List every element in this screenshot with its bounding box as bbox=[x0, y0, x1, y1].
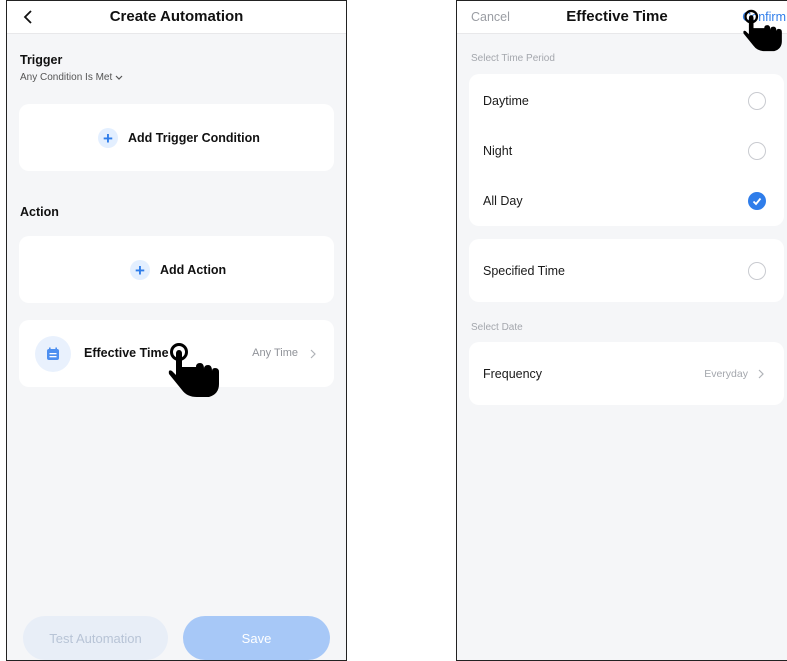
option-label: All Day bbox=[483, 194, 523, 208]
calendar-icon bbox=[35, 336, 71, 372]
radio-checked-icon bbox=[748, 192, 766, 210]
radio-unchecked-icon bbox=[748, 92, 766, 110]
add-action-card[interactable]: + Add Action bbox=[19, 236, 334, 303]
effective-time-value: Any Time bbox=[252, 347, 298, 359]
condition-selector[interactable]: Any Condition Is Met bbox=[20, 72, 123, 83]
option-specified-time[interactable]: Specified Time bbox=[469, 246, 784, 296]
save-button[interactable]: Save bbox=[183, 616, 330, 660]
tap-hand-icon bbox=[743, 9, 782, 52]
tap-hand-icon bbox=[168, 343, 219, 397]
chevron-down-icon bbox=[115, 75, 123, 80]
action-label: Action bbox=[20, 205, 59, 219]
option-label: Daytime bbox=[483, 94, 529, 108]
frequency-value: Everyday bbox=[704, 368, 748, 380]
add-action-button[interactable]: + Add Action bbox=[130, 260, 226, 280]
plus-icon: + bbox=[98, 128, 118, 148]
time-period-card: Daytime Night All Day bbox=[469, 74, 784, 226]
radio-unchecked-icon bbox=[748, 262, 766, 280]
frequency-row[interactable]: Frequency Everyday bbox=[469, 342, 784, 405]
plus-icon: + bbox=[130, 260, 150, 280]
page-title: Create Automation bbox=[109, 8, 244, 25]
option-daytime[interactable]: Daytime bbox=[469, 76, 784, 126]
select-date-label: Select Date bbox=[471, 322, 523, 333]
add-trigger-button[interactable]: + Add Trigger Condition bbox=[98, 128, 260, 148]
chevron-right-icon bbox=[310, 349, 316, 359]
radio-unchecked-icon bbox=[748, 142, 766, 160]
option-label: Specified Time bbox=[483, 264, 565, 278]
option-label: Night bbox=[483, 144, 513, 158]
chevron-right-icon bbox=[758, 369, 764, 379]
option-all-day[interactable]: All Day bbox=[469, 176, 784, 226]
add-trigger-card[interactable]: + Add Trigger Condition bbox=[19, 104, 334, 171]
test-automation-button[interactable]: Test Automation bbox=[23, 616, 168, 660]
specified-time-card: Specified Time bbox=[469, 239, 784, 302]
option-night[interactable]: Night bbox=[469, 126, 784, 176]
select-time-period-label: Select Time Period bbox=[471, 53, 555, 64]
add-trigger-label: Add Trigger Condition bbox=[128, 131, 260, 145]
navbar: Cancel Effective Time Confirm bbox=[457, 1, 787, 34]
page-title: Effective Time bbox=[566, 8, 668, 25]
condition-selector-label: Any Condition Is Met bbox=[20, 72, 113, 83]
create-automation-screen: Create Automation Trigger Any Condition … bbox=[6, 0, 347, 661]
effective-time-screen: Cancel Effective Time Confirm Select Tim… bbox=[456, 0, 787, 661]
frequency-label: Frequency bbox=[483, 367, 543, 381]
effective-time-label: Effective Time bbox=[84, 346, 169, 360]
trigger-label: Trigger bbox=[20, 53, 63, 67]
add-action-label: Add Action bbox=[160, 263, 227, 277]
navbar: Create Automation bbox=[7, 1, 346, 34]
